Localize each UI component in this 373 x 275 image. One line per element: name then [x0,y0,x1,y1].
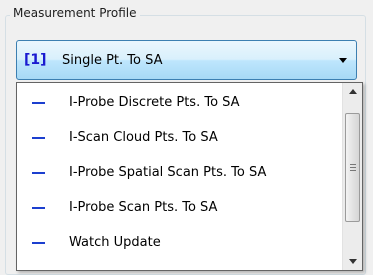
chevron-down-icon[interactable] [339,58,347,63]
dash-icon [32,172,45,174]
measurement-profile-combobox[interactable]: [1] Single Pt. To SA [16,40,357,80]
combo-index: [1] [24,52,47,68]
list-item-label: I-Probe Discrete Pts. To SA [69,95,240,110]
group-title: Measurement Profile [10,5,140,21]
list-item-iprobe-scan[interactable]: I-Probe Scan Pts. To SA [17,190,340,225]
scroll-down-button[interactable] [343,253,362,270]
list-item-label: I-Scan Cloud Pts. To SA [69,130,218,145]
grip-icon [349,170,356,171]
vertical-scrollbar[interactable] [342,83,362,270]
dash-icon [32,102,45,104]
list-item-iprobe-spatial-scan[interactable]: I-Probe Spatial Scan Pts. To SA [17,155,340,190]
scrollbar-thumb[interactable] [345,113,360,222]
list-item-iprobe-discrete[interactable]: I-Probe Discrete Pts. To SA [17,85,340,120]
list-item-iscan-cloud[interactable]: I-Scan Cloud Pts. To SA [17,120,340,155]
list-item-label: Watch Update [69,235,161,250]
list-item-watch-update[interactable]: Watch Update [17,225,340,260]
list-item-label: I-Probe Spatial Scan Pts. To SA [69,165,267,180]
dash-icon [32,137,45,139]
list-item-label: I-Probe Scan Pts. To SA [69,200,218,215]
dash-icon [32,242,45,244]
combo-selected-value: Single Pt. To SA [62,52,163,68]
dropdown-items: I-Probe Discrete Pts. To SA I-Scan Cloud… [17,85,340,260]
dash-icon [32,207,45,209]
arrow-down-icon [348,259,357,264]
scroll-up-button[interactable] [343,83,362,100]
grip-icon [349,167,356,168]
grip-icon [349,164,356,165]
arrow-up-icon [348,89,357,94]
dropdown-list: I-Probe Discrete Pts. To SA I-Scan Cloud… [16,82,363,271]
